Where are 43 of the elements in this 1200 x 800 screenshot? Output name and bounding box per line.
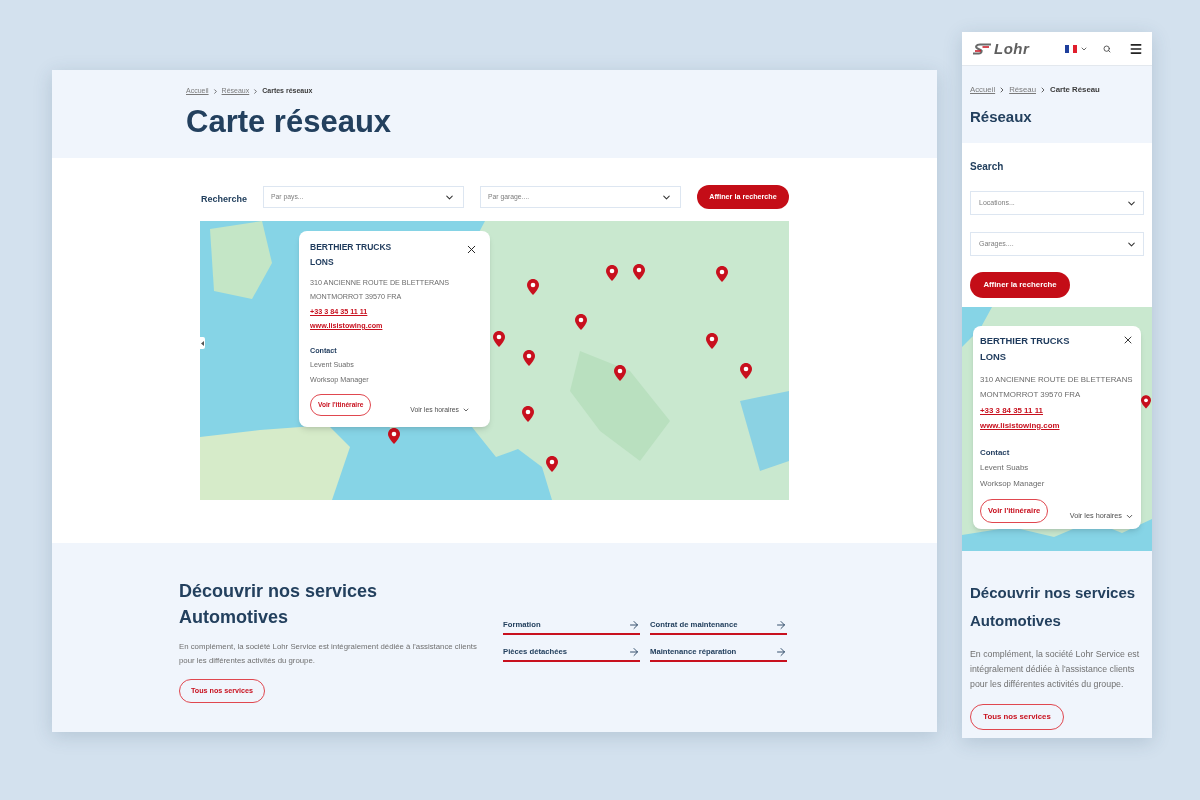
map-pin-icon[interactable] [575, 314, 587, 330]
map-pin-icon[interactable] [740, 363, 752, 379]
services-title: Découvrir nos services Automotives [179, 580, 379, 629]
map-pin-icon[interactable] [614, 365, 626, 381]
chevron-right-icon [211, 87, 219, 95]
collapse-tab-button[interactable] [200, 337, 205, 349]
map-pin-icon[interactable] [522, 406, 534, 422]
map-pin-icon[interactable] [1141, 395, 1151, 409]
map-pin-icon[interactable] [633, 264, 645, 280]
chevron-right-icon [1039, 86, 1047, 94]
search-label: Search [970, 160, 1004, 174]
page-title: Carte réseaux [186, 104, 392, 140]
map-pin-icon[interactable] [388, 428, 400, 444]
swoosh-logo-icon [972, 42, 992, 55]
map-pin-icon[interactable] [527, 279, 539, 295]
location-name: BERTHIER TRUCKS [310, 241, 392, 254]
arrow-right-icon [628, 619, 640, 631]
location-city: LONS [980, 350, 1007, 364]
close-icon[interactable] [1122, 334, 1134, 346]
services-title: Découvrir nos services Automotives [970, 583, 1137, 631]
close-icon[interactable] [465, 243, 478, 256]
logo-link[interactable]: Lohr [972, 40, 1030, 57]
map-pin-icon[interactable] [493, 331, 505, 347]
location-city: LONS [310, 256, 334, 269]
language-button[interactable] [1065, 44, 1088, 53]
map-pin-icon[interactable] [523, 350, 535, 366]
chevron-right-icon [252, 87, 260, 95]
menu-icon[interactable] [1129, 41, 1143, 56]
chevron-left-icon [201, 340, 204, 346]
search-icon[interactable] [1103, 44, 1111, 53]
arrow-right-icon [628, 646, 640, 658]
location-name: BERTHIER TRUCKS [980, 334, 1070, 348]
map-pin-icon[interactable] [706, 333, 718, 349]
map-pin-icon[interactable] [716, 266, 728, 282]
chevron-down-icon [462, 406, 470, 414]
map-pin-icon[interactable] [606, 265, 618, 281]
search-label: Recherche [201, 194, 248, 204]
flag-icon [1065, 44, 1077, 53]
services-description: En complément, la société Lohr Service est intégralement dédiée à l'assistance clients pour les différentes activités du groupe. [970, 648, 1141, 691]
page-title: Réseaux [970, 107, 1032, 127]
arrow-right-icon [775, 619, 787, 631]
arrow-right-icon [775, 646, 787, 658]
map-pin-icon[interactable] [546, 456, 558, 472]
